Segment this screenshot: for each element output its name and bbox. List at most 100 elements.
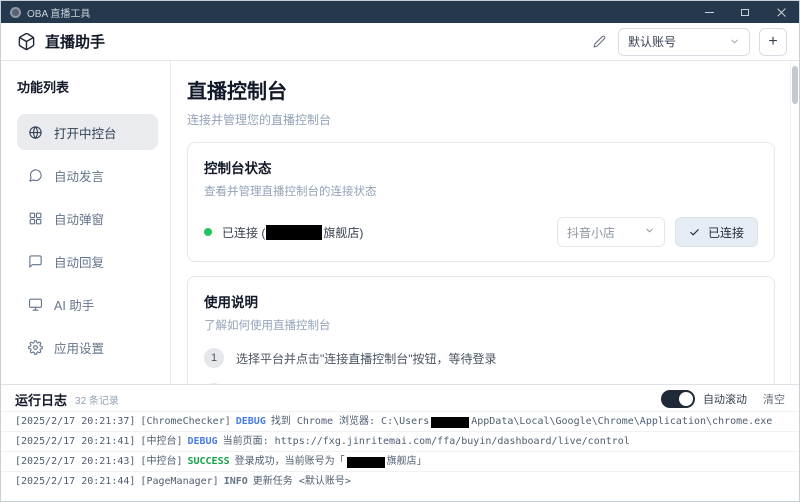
log-entry: [2025/2/17 20:21:44] [PageManager] INFO 更新任… [1,471,799,491]
scrollbar-track[interactable] [790,61,799,384]
minimize-icon [704,11,714,13]
instruction-step: 2 登录成功后，即可使用自动发言和自动弹窗功能 [204,383,758,384]
titlebar: OBA 直播工具 [1,1,799,23]
sidebar-item-label: 自动发言 [54,169,105,184]
page-title: 直播控制台 [187,81,287,103]
monitor-icon [28,297,43,312]
step-number-badge: 1 [204,348,224,368]
sidebar-item-auto-reply[interactable]: 自动回复 [17,243,158,279]
pencil-icon [593,35,606,48]
scrollbar-thumb[interactable] [791,66,798,104]
sidebar-item-label: 自动回复 [54,255,105,270]
sidebar-item-label: AI 助手 [54,298,95,313]
log-source: [ChromeChecker] [140,416,231,427]
sidebar-item-label: 自动弹窗 [54,212,105,227]
log-level-badge: DEBUG [187,436,218,447]
check-icon [689,227,700,238]
maximize-icon [741,8,749,16]
autoscroll-label: 自动滚动 [703,394,747,406]
platform-select-value: 抖音小店 [566,225,615,240]
log-entry: [2025/2/17 20:21:41] [中控台] DEBUG 当前页面: http… [1,431,799,451]
log-entry: [2025/2/17 20:21:43] [中控台] SUCCESS 登录成功，当前账… [1,451,799,471]
app-title: 直播助手 [45,34,106,51]
redacted-text [266,224,323,240]
cube-icon [17,32,36,51]
sidebar-item-app-settings[interactable]: 应用设置 [17,329,158,365]
app-window: OBA 直播工具 直播助手 默认账号 + 功能列表 打开中控台 自动发言 自动弹… [0,0,800,502]
log-level-badge: INFO [223,476,248,487]
log-timestamp: [2025/2/17 20:21:37] [15,416,136,427]
log-entry: [2025/2/17 20:21:37] [ChromeChecker] DEBUG… [1,411,799,431]
redacted-text [431,416,470,428]
log-timestamp: [2025/2/17 20:21:44] [15,476,136,487]
chevron-down-icon [644,225,655,239]
log-source: [中控台] [140,456,183,467]
body: 功能列表 打开中控台 自动发言 自动弹窗 自动回复 AI 助手 应用设置 直播控… [1,61,799,384]
chevron-down-icon [729,36,740,47]
connect-button[interactable]: 已连接 [674,217,758,247]
clear-log-button[interactable]: 清空 [763,391,785,407]
sidebar-item-auto-popup[interactable]: 自动弹窗 [17,200,158,236]
autoscroll-toggle[interactable] [661,390,695,408]
page-subtitle: 连接并管理您的直播控制台 [187,113,332,127]
connection-status-text: 已连接 ( 旗舰店) [222,224,364,240]
sidebar-item-auto-speak[interactable]: 自动发言 [17,157,158,193]
log-count: 32 条记录 [75,395,119,407]
log-body: [2025/2/17 20:21:37] [ChromeChecker] DEBUG… [1,411,799,501]
log-message: AppData\Local\Google\Chrome\Application\… [471,416,773,427]
help-card-title: 使用说明 [204,295,258,310]
sidebar: 功能列表 打开中控台 自动发言 自动弹窗 自动回复 AI 助手 应用设置 [1,61,171,384]
edit-account-button[interactable] [593,35,606,48]
platform-select[interactable]: 抖音小店 [556,217,665,247]
status-row: 已连接 ( 旗舰店) 抖音小店 已连接 [204,217,758,247]
maximize-button[interactable] [727,1,763,23]
header: 直播助手 默认账号 + [1,23,799,61]
sidebar-item-ai-assistant[interactable]: AI 助手 [17,286,158,322]
log-header: 运行日志 32 条记录 自动滚动 清空 [1,385,799,411]
status-card-title: 控制台状态 [204,161,272,176]
sidebar-item-label: 应用设置 [54,341,105,356]
globe-icon [28,125,43,140]
log-source: [PageManager] [140,476,219,487]
log-level-badge: SUCCESS [187,456,230,467]
sidebar-item-label: 打开中控台 [54,126,117,141]
instruction-steps: 1 选择平台并点击"连接直播控制台"按钮，等待登录 2 登录成功后，即可使用自动… [204,348,758,384]
console-status-card: 控制台状态 查看并管理直播控制台的连接状态 已连接 ( 旗舰店) 抖音小店 已连… [187,142,775,262]
app-logo-icon [10,6,21,18]
chat-icon [28,168,43,183]
instruction-step: 1 选择平台并点击"连接直播控制台"按钮，等待登录 [204,348,758,368]
account-select-value: 默认账号 [628,35,677,49]
log-timestamp: [2025/2/17 20:21:43] [15,456,136,467]
toggle-knob [679,392,693,406]
log-title: 运行日志 [15,392,68,408]
close-icon [777,8,786,17]
redacted-text [346,456,385,468]
message-icon [28,254,43,269]
help-card-subtitle: 了解如何使用直播控制台 [204,320,331,332]
status-card-subtitle: 查看并管理直播控制台的连接状态 [204,186,377,198]
close-button[interactable] [763,1,799,23]
grid-icon [28,211,43,226]
main-content: 直播控制台 连接并管理您的直播控制台 控制台状态 查看并管理直播控制台的连接状态… [171,61,799,384]
log-message: 当前页面: https://fxg.jinritemai.com/ffa/buy… [222,436,630,447]
log-source: [中控台] [140,436,183,447]
add-account-button[interactable]: + [759,27,787,56]
log-message: 登录成功，当前账号为「 [234,456,345,467]
log-timestamp: [2025/2/17 20:21:41] [15,436,136,447]
sidebar-item-open-console[interactable]: 打开中控台 [17,114,158,150]
step-text: 选择平台并点击"连接直播控制台"按钮，等待登录 [236,351,497,366]
status-dot [204,228,212,236]
log-message: 旗舰店」 [386,456,427,467]
sidebar-list: 打开中控台 自动发言 自动弹窗 自动回复 AI 助手 应用设置 [17,114,158,365]
step-number-badge: 2 [204,383,224,384]
window-title: OBA 直播工具 [27,8,91,20]
log-message: 更新任务 <默认账号> [252,476,351,487]
log-level-badge: DEBUG [235,416,266,427]
log-message: 找到 Chrome 浏览器: C:\Users [270,416,430,427]
minimize-button[interactable] [691,1,727,23]
gear-icon [28,339,43,355]
account-select[interactable]: 默认账号 [618,27,750,56]
sidebar-title: 功能列表 [17,80,70,95]
log-panel: 运行日志 32 条记录 自动滚动 清空 [2025/2/17 20:21:37]… [1,384,799,501]
usage-help-card: 使用说明 了解如何使用直播控制台 1 选择平台并点击"连接直播控制台"按钮，等待… [187,276,775,384]
